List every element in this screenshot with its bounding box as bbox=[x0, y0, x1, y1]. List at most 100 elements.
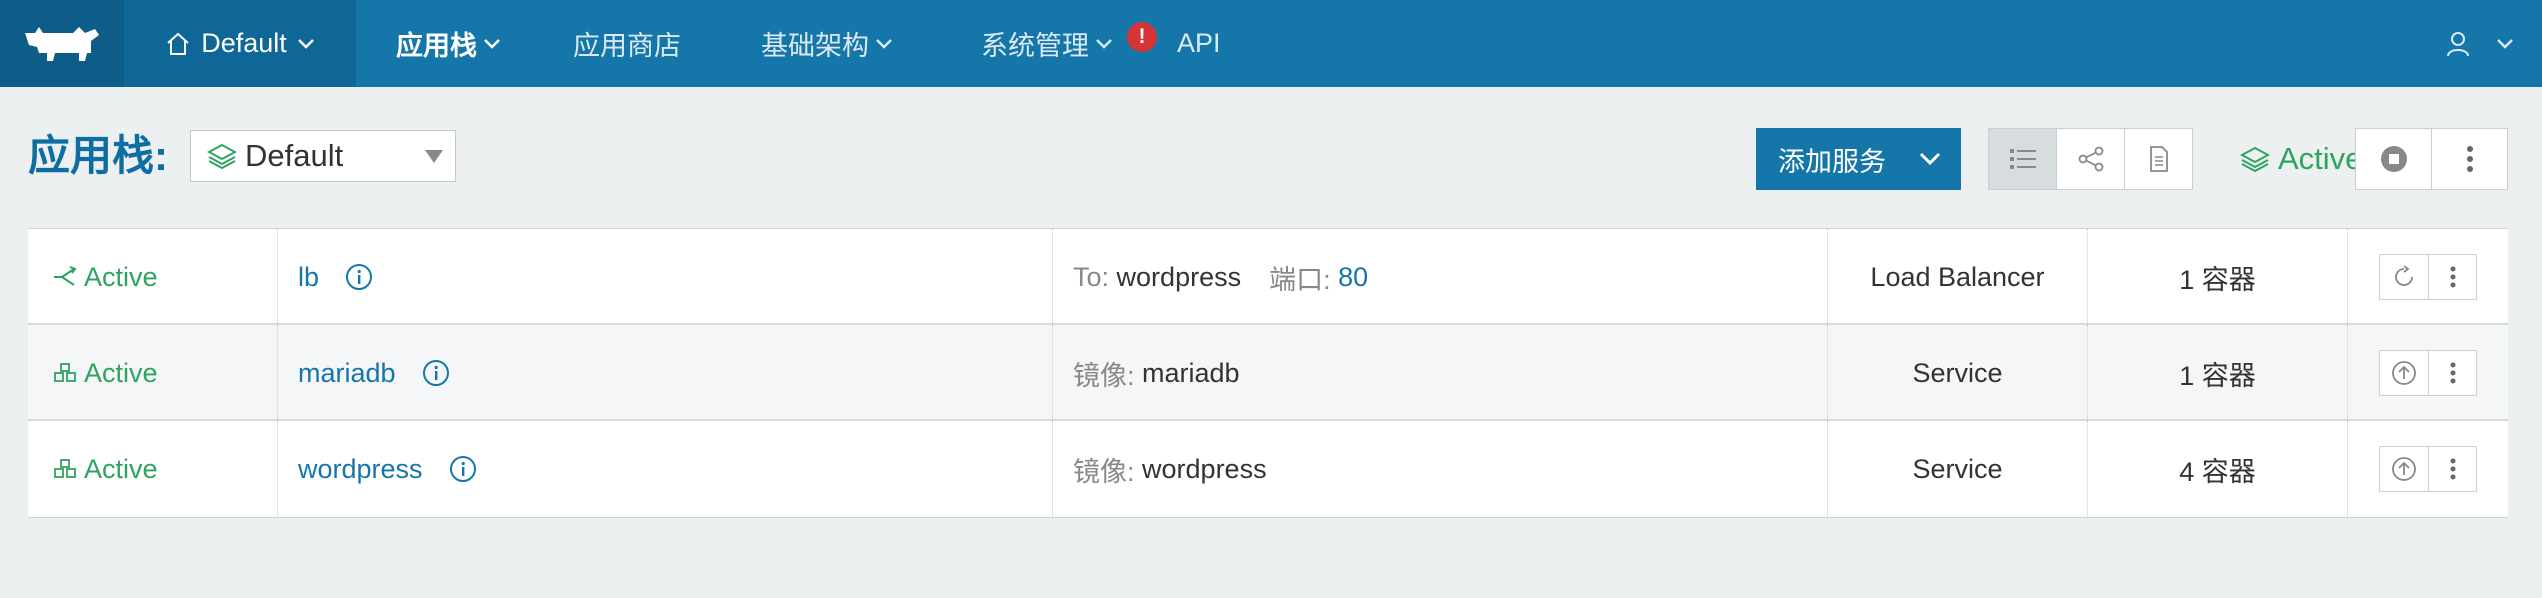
state-label: Active bbox=[84, 261, 158, 292]
upgrade-icon bbox=[2392, 361, 2416, 385]
image-value: wordpress bbox=[1142, 453, 1267, 484]
top-nav-bar: Default 应用栈 应用商店 基础架构 系统管理 ! API bbox=[0, 0, 2542, 87]
table-row: Active wordpress 镜像: wordpress Service 4… bbox=[28, 421, 2508, 517]
more-vertical-icon bbox=[2450, 458, 2455, 480]
list-view-icon bbox=[2009, 149, 2036, 169]
image-label: 镜像: bbox=[1073, 360, 1135, 391]
kind-cell: Service bbox=[1828, 325, 2088, 421]
services-table: Active lb To: wordpress 端口: 80 Load Bala… bbox=[28, 228, 2508, 518]
nav-infrastructure-label: 基础架构 bbox=[761, 31, 869, 61]
nav-stacks[interactable]: 应用栈 bbox=[356, 0, 541, 87]
service-name-link[interactable]: mariadb bbox=[298, 358, 396, 389]
table-row: Active mariadb 镜像: mariadb Service 1 容器 bbox=[28, 325, 2508, 421]
graph-view-icon bbox=[2078, 146, 2103, 172]
row-more-button[interactable] bbox=[2428, 351, 2476, 395]
service-name-link[interactable]: lb bbox=[298, 262, 319, 293]
info-icon[interactable] bbox=[422, 359, 450, 387]
stack-state: Active bbox=[2240, 134, 2362, 184]
alert-badge: ! bbox=[1127, 22, 1157, 52]
stop-icon bbox=[2380, 146, 2407, 172]
target-label: To: bbox=[1073, 261, 1110, 292]
upgrade-button[interactable] bbox=[2380, 447, 2428, 491]
page-title: 应用栈: bbox=[28, 132, 168, 179]
nav-stacks-label: 应用栈 bbox=[396, 31, 477, 61]
graph-view-button[interactable] bbox=[2056, 128, 2125, 190]
nav-catalog[interactable]: 应用商店 bbox=[541, 0, 721, 87]
stack-select[interactable]: Default bbox=[190, 130, 456, 182]
caret-down-icon bbox=[425, 149, 443, 163]
stop-stack-button[interactable] bbox=[2355, 128, 2432, 190]
image-label: 镜像: bbox=[1073, 456, 1135, 487]
target-value: wordpress bbox=[1116, 261, 1242, 292]
row-more-button[interactable] bbox=[2428, 447, 2476, 491]
chevron-down-icon bbox=[484, 38, 500, 49]
home-icon bbox=[167, 32, 189, 55]
state-cell: Active bbox=[28, 229, 278, 325]
scale-cell: 1 容器 bbox=[2088, 325, 2348, 421]
info-icon[interactable] bbox=[345, 263, 373, 291]
chevron-down-icon[interactable] bbox=[1919, 152, 1941, 166]
chevron-down-icon bbox=[2497, 38, 2513, 49]
user-menu[interactable] bbox=[2446, 31, 2542, 57]
detail-cell: 镜像: mariadb bbox=[1053, 325, 1828, 421]
more-vertical-icon bbox=[2450, 362, 2455, 384]
port-link[interactable]: 80 bbox=[1338, 262, 1368, 293]
scale-cell: 4 容器 bbox=[2088, 421, 2348, 517]
detail-cell: To: wordpress 端口: 80 bbox=[1053, 229, 1828, 325]
environment-name: Default bbox=[201, 28, 287, 58]
upgrade-icon bbox=[2392, 457, 2416, 481]
row-action-group bbox=[2379, 350, 2477, 396]
info-icon[interactable] bbox=[449, 455, 477, 483]
environment-switcher[interactable]: Default bbox=[124, 0, 356, 87]
service-name-link[interactable]: wordpress bbox=[298, 454, 423, 485]
state-cell: Active bbox=[28, 421, 278, 517]
add-service-button[interactable]: 添加服务 bbox=[1756, 128, 1961, 190]
compose-file-icon bbox=[2149, 146, 2168, 172]
chevron-down-icon bbox=[297, 38, 314, 49]
scale-cell: 1 容器 bbox=[2088, 229, 2348, 325]
nav-api-label: API bbox=[1177, 28, 1221, 58]
row-more-button[interactable] bbox=[2428, 255, 2476, 299]
nav-admin[interactable]: 系统管理 ! bbox=[933, 0, 1165, 87]
actions-cell bbox=[2348, 325, 2508, 421]
stack-more-button[interactable] bbox=[2431, 128, 2508, 190]
balancer-icon bbox=[54, 266, 77, 286]
user-icon bbox=[2447, 31, 2469, 56]
nav-catalog-label: 应用商店 bbox=[573, 31, 681, 61]
state-cell: Active bbox=[28, 325, 278, 421]
layers-icon bbox=[2240, 146, 2270, 173]
actions-cell bbox=[2348, 229, 2508, 325]
image-value: mariadb bbox=[1142, 357, 1240, 388]
view-toggle-group bbox=[1988, 128, 2193, 190]
restart-button[interactable] bbox=[2380, 255, 2428, 299]
more-vertical-icon bbox=[2466, 146, 2473, 172]
stack-select-value: Default bbox=[245, 138, 344, 173]
list-view-button[interactable] bbox=[1988, 128, 2057, 190]
more-vertical-icon bbox=[2450, 266, 2455, 288]
detail-cell: 镜像: wordpress bbox=[1053, 421, 1828, 517]
nav-admin-label: 系统管理 bbox=[981, 31, 1089, 61]
stack-toolbar: 应用栈: Default 添加服务 Active bbox=[28, 128, 2508, 194]
layers-icon bbox=[207, 143, 237, 170]
row-action-group bbox=[2379, 446, 2477, 492]
compose-file-button[interactable] bbox=[2124, 128, 2193, 190]
upgrade-button[interactable] bbox=[2380, 351, 2428, 395]
name-cell: lb bbox=[278, 229, 1053, 325]
service-icon bbox=[54, 363, 76, 382]
nav-api[interactable]: API bbox=[1165, 0, 1261, 87]
kind-cell: Load Balancer bbox=[1828, 229, 2088, 325]
state-label: Active bbox=[84, 453, 158, 484]
rancher-cow-logo-icon bbox=[25, 26, 99, 61]
chevron-down-icon bbox=[876, 38, 892, 49]
state-label: Active bbox=[84, 357, 158, 388]
service-icon bbox=[54, 459, 76, 478]
actions-cell bbox=[2348, 421, 2508, 517]
rancher-logo[interactable] bbox=[0, 0, 124, 87]
name-cell: mariadb bbox=[278, 325, 1053, 421]
row-action-group bbox=[2379, 254, 2477, 300]
chevron-down-icon bbox=[1096, 38, 1112, 49]
nav-infrastructure[interactable]: 基础架构 bbox=[721, 0, 933, 87]
restart-icon bbox=[2395, 265, 2413, 286]
kind-cell: Service bbox=[1828, 421, 2088, 517]
name-cell: wordpress bbox=[278, 421, 1053, 517]
